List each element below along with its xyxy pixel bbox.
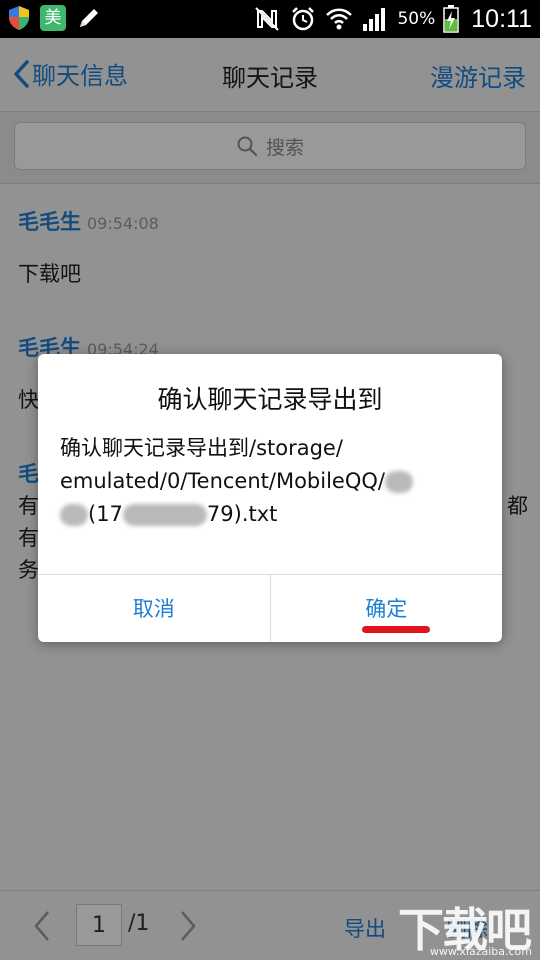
shield-icon (9, 6, 29, 30)
redacted-text (122, 504, 207, 526)
nfc-icon (255, 7, 280, 31)
redacted-text (384, 471, 413, 493)
dialog-message-text: (17 (88, 502, 123, 526)
dialog-message-line: (17 79).txt (60, 498, 490, 531)
wifi-icon (326, 8, 353, 30)
dialog-title: 确认聊天记录导出到 (157, 385, 383, 414)
pen-icon (80, 9, 98, 27)
battery-percent: 50% (397, 9, 436, 29)
alarm-icon (292, 7, 315, 31)
app-notification-icon: 美 (40, 5, 66, 31)
redacted-text (60, 504, 88, 526)
watermark-url: www.xiazaiba.com (429, 945, 532, 958)
status-bar: 美 50% 10:11 (0, 0, 540, 38)
dialog-message-text: 79).txt (206, 502, 278, 526)
highlight-underline (362, 626, 430, 633)
dialog-message: 确认聊天记录导出到/storage/ emulated/0/Tencent/Mo… (60, 432, 490, 531)
dialog-message-line: 确认聊天记录导出到/storage/ (60, 436, 343, 460)
dialog-message-line: emulated/0/Tencent/MobileQQ/ (60, 465, 490, 498)
signal-icon (363, 8, 386, 31)
watermark: 下载吧 www.xiazaiba.com (398, 894, 538, 958)
clock: 10:11 (471, 4, 532, 33)
dialog-buttons: 取消 确定 (38, 574, 502, 642)
export-confirm-dialog: 确认聊天记录导出到 确认聊天记录导出到/storage/ emulated/0/… (38, 354, 502, 642)
dialog-message-text: emulated/0/Tencent/MobileQQ/ (60, 469, 385, 493)
cancel-button[interactable]: 取消 (38, 575, 271, 642)
battery-charging-icon (443, 5, 460, 33)
